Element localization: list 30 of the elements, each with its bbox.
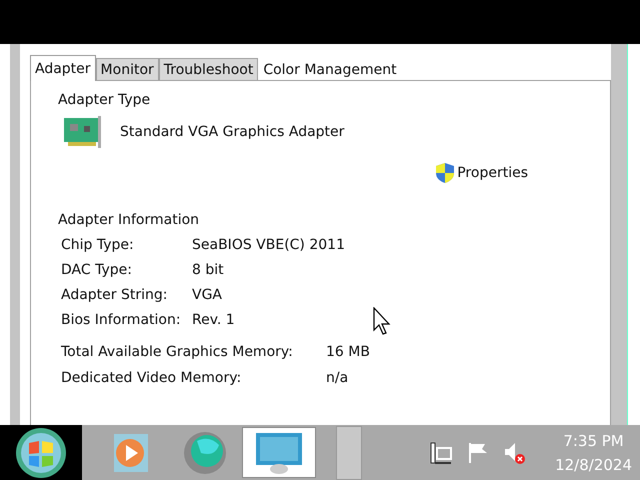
- info-label: Chip Type:: [61, 237, 134, 253]
- memory-label: Dedicated Video Memory:: [61, 370, 242, 386]
- tab[interactable]: Adapter: [30, 55, 96, 81]
- mouse-pointer-icon: [373, 307, 391, 335]
- info-value: VGA: [192, 287, 222, 303]
- play-icon: [113, 432, 149, 472]
- taskbar-button[interactable]: [242, 427, 316, 478]
- memory-label: Total Available Graphics Memory:: [61, 344, 293, 360]
- start-button[interactable]: [0, 425, 82, 480]
- muted-speaker-icon[interactable]: [503, 440, 528, 464]
- info-value: SeaBIOS VBE(C) 2011: [192, 237, 345, 253]
- memory-value: 16 MB: [326, 344, 370, 360]
- network-icon[interactable]: [429, 442, 454, 464]
- shield-icon: [435, 162, 456, 184]
- info-label: Adapter String:: [61, 287, 168, 303]
- properties-button[interactable]: Properties: [435, 162, 528, 184]
- memory-value: n/a: [326, 370, 348, 386]
- flag-icon[interactable]: [467, 442, 490, 464]
- graphics-card-icon: [62, 114, 102, 150]
- info-value: 8 bit: [192, 262, 224, 278]
- info-label: Bios Information:: [61, 312, 181, 328]
- globe-icon: [181, 430, 229, 474]
- section-heading: Adapter Type: [58, 91, 152, 110]
- adapter-name: Standard VGA Graphics Adapter: [120, 124, 344, 140]
- tab[interactable]: Troubleshoot: [158, 58, 258, 80]
- info-value: Rev. 1: [192, 312, 235, 328]
- monitor-icon: [254, 430, 304, 474]
- tab[interactable]: Monitor: [96, 58, 159, 80]
- section-heading: Adapter Information: [58, 211, 200, 230]
- info-label: DAC Type:: [61, 262, 132, 278]
